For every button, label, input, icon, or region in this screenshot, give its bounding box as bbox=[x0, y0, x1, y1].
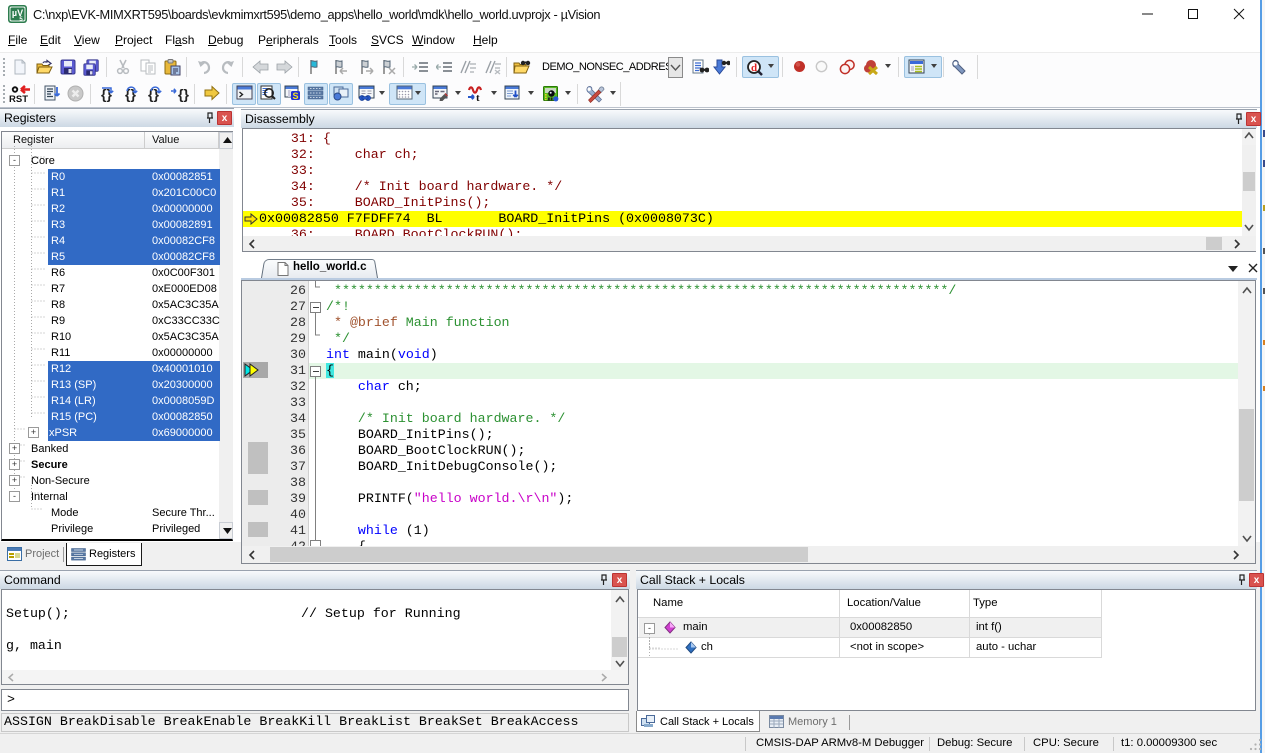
svg-text:RST: RST bbox=[9, 94, 28, 103]
svg-text:S: S bbox=[292, 91, 298, 101]
svg-text:{}: {} bbox=[178, 86, 189, 102]
svg-text:t: t bbox=[476, 92, 480, 102]
svg-text:d: d bbox=[751, 62, 757, 74]
